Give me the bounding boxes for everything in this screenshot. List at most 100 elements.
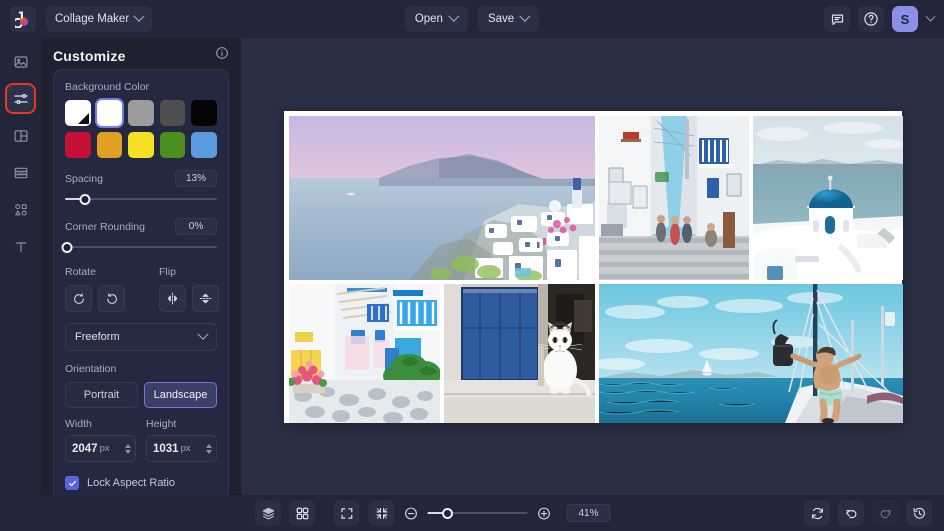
zoom-slider-handle[interactable] xyxy=(442,507,453,519)
width-field-group: Width 2047 px xyxy=(65,418,136,462)
redo-button[interactable] xyxy=(872,500,898,526)
text-icon xyxy=(15,241,26,252)
corner-rounding-slider[interactable] xyxy=(61,240,217,254)
layout-grid-icon xyxy=(14,129,27,142)
swatch-blue[interactable] xyxy=(191,132,217,158)
customize-card: Background Color Spacing 13% Corner Roun… xyxy=(53,69,229,503)
spacing-value: 13% xyxy=(175,170,217,187)
open-button[interactable]: Open xyxy=(404,6,468,32)
cell-santorini-sunset[interactable] xyxy=(289,115,595,280)
rotate-clockwise-button[interactable] xyxy=(98,285,125,312)
swatch-green[interactable] xyxy=(159,132,186,158)
fit-to-screen-icon xyxy=(376,507,387,519)
flip-group: Flip xyxy=(159,266,219,312)
swatch-crimson[interactable] xyxy=(65,132,91,158)
canvas-area[interactable] xyxy=(242,38,944,495)
transform-section: Rotate Flip xyxy=(65,266,219,312)
fit-to-screen-button[interactable] xyxy=(368,500,395,526)
cell-greek-alley[interactable] xyxy=(599,115,749,280)
swatch-dark-gray[interactable] xyxy=(159,100,186,126)
undo-button[interactable] xyxy=(838,500,864,526)
height-label: Height xyxy=(146,418,177,430)
feedback-button[interactable] xyxy=(824,6,850,32)
spacing-label: Spacing xyxy=(65,172,103,185)
rail-item-photos[interactable] xyxy=(7,48,34,75)
chat-icon xyxy=(831,14,843,25)
aspect-ratio-select[interactable]: Freeform xyxy=(65,323,217,351)
swatch-orange[interactable] xyxy=(96,132,123,158)
undo-icon xyxy=(845,509,856,518)
swatch-white[interactable] xyxy=(96,100,123,126)
project-type-menu[interactable]: Collage Maker xyxy=(46,6,153,32)
bazaart-logo-icon xyxy=(14,11,28,28)
stepper-up-icon[interactable] xyxy=(206,443,212,448)
zoom-out-button[interactable] xyxy=(404,506,419,521)
rail-item-customize[interactable] xyxy=(5,83,36,114)
rotate-group: Rotate xyxy=(65,266,125,312)
zoom-out-icon xyxy=(405,507,417,519)
corner-rounding-slider-handle[interactable] xyxy=(61,241,73,253)
layers-button[interactable] xyxy=(255,500,281,526)
stepper-up-icon[interactable] xyxy=(125,443,131,448)
zoom-in-button[interactable] xyxy=(537,506,552,521)
stepper-down-icon[interactable] xyxy=(206,449,212,454)
cell-bottom-left-pair xyxy=(289,283,595,423)
info-button[interactable] xyxy=(215,46,229,65)
help-button[interactable] xyxy=(858,6,884,32)
history-controls xyxy=(804,500,932,526)
fullscreen-button[interactable] xyxy=(333,500,360,526)
rail-item-layout[interactable] xyxy=(7,122,34,149)
rail-item-layers[interactable] xyxy=(7,159,34,186)
rail-item-text[interactable] xyxy=(7,233,34,260)
reset-button[interactable] xyxy=(804,500,830,526)
white-cat-art xyxy=(444,283,595,423)
width-label: Width xyxy=(65,418,92,430)
rotate-counterclockwise-button[interactable] xyxy=(65,285,92,312)
corner-rounding-value: 0% xyxy=(175,218,217,235)
spacing-slider[interactable] xyxy=(65,192,217,206)
spacing-slider-handle[interactable] xyxy=(79,193,91,205)
height-input[interactable]: 1031 px xyxy=(146,435,217,462)
background-color-label: Background Color xyxy=(65,81,150,93)
rail-item-shapes[interactable] xyxy=(7,196,34,223)
swatch-black[interactable] xyxy=(191,100,217,126)
rotate-label: Rotate xyxy=(65,266,96,278)
save-button[interactable]: Save xyxy=(477,6,540,32)
app-logo-button[interactable] xyxy=(10,6,36,32)
cell-flower-street[interactable] xyxy=(289,283,440,423)
swatch-custom[interactable] xyxy=(65,100,91,126)
cell-blue-dome-church[interactable] xyxy=(753,115,903,280)
project-type-label: Collage Maker xyxy=(55,13,130,25)
save-label: Save xyxy=(487,13,515,25)
open-label: Open xyxy=(414,13,443,25)
cell-sailboat-man[interactable] xyxy=(599,283,903,423)
orientation-portrait-button[interactable]: Portrait xyxy=(65,382,138,408)
user-avatar[interactable]: S xyxy=(892,6,918,32)
flip-vertical-button[interactable] xyxy=(192,285,219,312)
history-icon xyxy=(913,507,925,519)
reset-icon xyxy=(811,507,823,519)
swatch-yellow[interactable] xyxy=(128,132,154,158)
rotate-ccw-icon xyxy=(73,292,84,304)
history-button[interactable] xyxy=(906,500,932,526)
grid-button[interactable] xyxy=(289,500,315,526)
stepper-down-icon[interactable] xyxy=(125,449,131,454)
orientation-landscape-button[interactable]: Landscape xyxy=(144,382,217,408)
cell-white-cat[interactable] xyxy=(444,283,595,423)
redo-icon xyxy=(880,509,891,518)
lock-aspect-ratio-checkbox[interactable] xyxy=(65,476,79,490)
lock-aspect-ratio-row[interactable]: Lock Aspect Ratio xyxy=(65,476,217,490)
width-input[interactable]: 2047 px xyxy=(65,435,136,462)
grid-icon xyxy=(296,507,308,519)
slider-track xyxy=(65,246,217,248)
zoom-slider[interactable] xyxy=(427,506,528,520)
tool-rail xyxy=(0,38,41,495)
width-stepper[interactable] xyxy=(125,443,131,454)
account-chevron-down-icon[interactable] xyxy=(925,11,936,22)
top-bar: Collage Maker Open Save S xyxy=(0,0,944,38)
collage-canvas[interactable] xyxy=(284,110,903,423)
height-stepper[interactable] xyxy=(206,443,212,454)
swatch-gray[interactable] xyxy=(128,100,154,126)
layers-list-icon xyxy=(14,167,27,178)
flip-horizontal-button[interactable] xyxy=(159,285,186,312)
